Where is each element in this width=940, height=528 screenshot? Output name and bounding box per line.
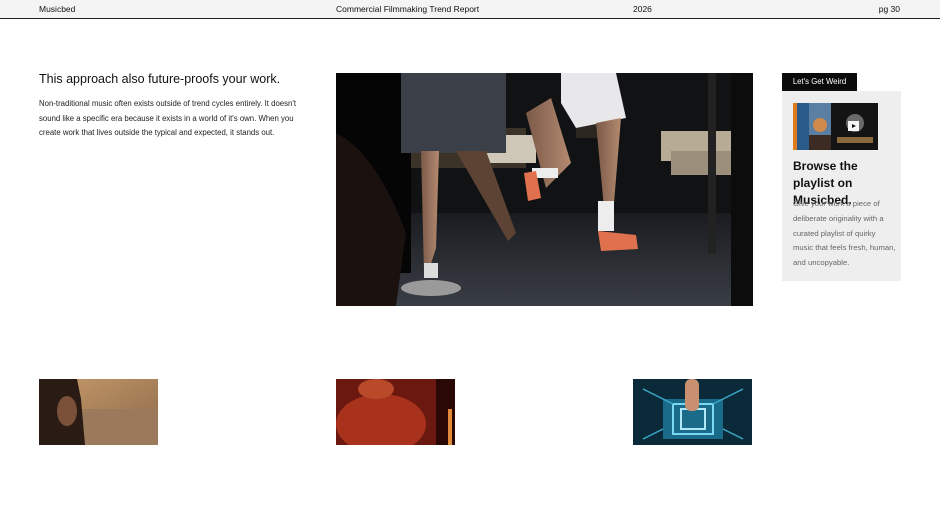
playlist-promo-card[interactable]: Browse the playlist on Musicbed. Give yo… (782, 91, 901, 281)
still-image-finger-chip (633, 379, 752, 445)
promo-tag-label[interactable]: Let's Get Weird (782, 73, 857, 91)
still-illustration-2 (336, 379, 455, 445)
report-header: Musicbed Commercial Filmmaking Trend Rep… (0, 0, 940, 19)
hero-illustration (336, 73, 753, 306)
play-icon[interactable] (848, 121, 859, 131)
hero-image-runners (336, 73, 753, 306)
brand-name: Musicbed (39, 4, 76, 14)
still-illustration-1 (39, 379, 158, 445)
promo-description: Give your work a piece of deliberate ori… (793, 199, 896, 268)
page-number: pg 30 (878, 4, 900, 14)
report-year: 2026 (633, 4, 652, 14)
article-body: Non-traditional music often exists outsi… (39, 99, 297, 138)
still-image-woman-seaside (39, 379, 158, 445)
playlist-cover-collage (793, 103, 878, 150)
still-illustration-3 (633, 379, 752, 445)
report-title: Commercial Filmmaking Trend Report (336, 4, 480, 14)
playlist-thumbnail[interactable] (793, 103, 878, 150)
article-headline: This approach also future-proofs your wo… (39, 72, 281, 86)
still-image-red-figure (336, 379, 455, 445)
